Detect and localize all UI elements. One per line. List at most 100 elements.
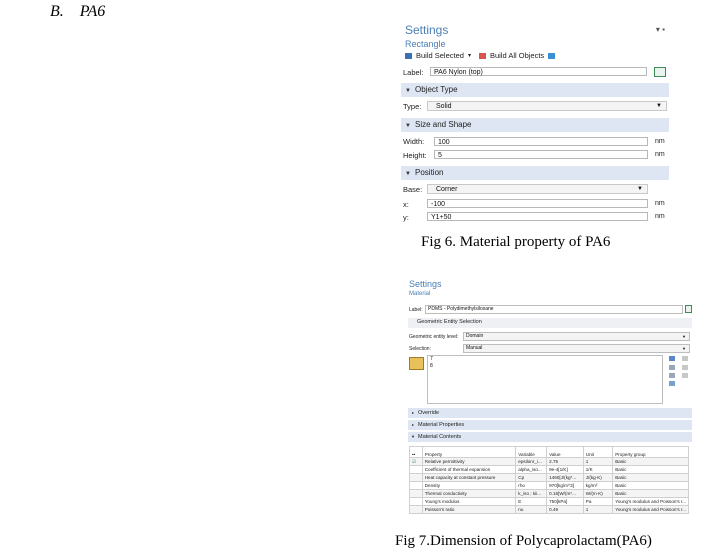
selection-list[interactable]: 7 8 [427,355,663,404]
table-cell: 1/K [582,465,614,474]
copy-icon[interactable] [669,365,675,370]
table-cell: E [515,497,548,506]
y-caption: y: [403,213,409,222]
check-icon: ☑ [409,457,423,466]
section-material-contents-label: Material Contents [418,434,462,440]
panel-window-controls[interactable]: ▾ ▪ [656,25,665,34]
table-cell: Basic [612,473,689,482]
rename-icon[interactable] [654,67,666,77]
width-input[interactable]: 100 [434,137,648,146]
height-caption: Height: [403,151,427,160]
x-input[interactable]: -100 [427,199,648,208]
height-unit: nm [655,151,665,158]
section-title: PA6 [79,3,106,20]
table-row[interactable]: Poisson's ratio nu 0.49 1 Young's modulus an… [409,505,689,514]
collapse-icon: ▼ [411,434,415,439]
panel-title: Settings [409,279,442,289]
column-header[interactable]: Variable [515,446,548,458]
panel-subtitle: Material [409,291,431,297]
section-size-shape-label: Size and Shape [415,120,472,129]
active-selection-icon[interactable] [409,357,424,370]
height-input[interactable]: 5 [434,150,648,159]
y-input[interactable]: Y1+50 [427,212,648,221]
y-unit: nm [655,213,665,220]
remove-icon[interactable] [682,356,688,361]
width-unit: nm [655,138,665,145]
table-cell: 0.16[W/(m*... [546,489,584,498]
table-row[interactable]: Density rho 970[kg/m^3] kg/m³ Basic [409,481,689,490]
selection-value: Manual [466,345,483,351]
label-caption: Label: [403,68,424,77]
geom-level-select[interactable]: Domain ▼ [463,332,690,341]
table-cell: Density [421,481,517,490]
type-select[interactable]: Solid ▼ [427,101,667,111]
section-size-shape[interactable]: ▼ Size and Shape [401,118,669,132]
section-object-type[interactable]: ▼ Object Type [401,83,669,97]
type-select-value: Solid [436,103,452,110]
zoom-icon[interactable] [682,373,688,378]
build-selected-button[interactable]: Build Selected [416,51,464,60]
section-geometric-entity[interactable]: Geometric Entity Selection [408,318,692,328]
section-material-properties-label: Material Properties [418,422,465,428]
section-material-contents[interactable]: ▼ Material Contents [408,432,692,442]
table-cell: 0.49 [546,505,584,514]
chevron-down-icon: ▼ [682,346,686,351]
move-icon[interactable] [669,381,675,386]
column-header[interactable]: Value [546,446,584,458]
label-caption: Label: [409,307,423,313]
table-cell: 970[kg/m^3] [546,481,584,490]
selection-item[interactable]: 8 [430,363,662,370]
label-input[interactable]: PDMS - Polydimethylsiloxane [425,305,683,314]
table-cell: Coefficient of thermal expansion [421,465,517,474]
label-input[interactable]: PA6 Nylon (top) [430,67,647,76]
panel-subtitle: Rectangle [405,39,446,49]
table-cell: Basic [612,489,689,498]
base-select-value: Corner [436,186,458,193]
build-all-button[interactable]: Build All Objects [490,51,544,60]
status-cell [409,465,423,474]
build-selected-icon [405,52,412,59]
section-position[interactable]: ▼ Position [401,166,669,180]
table-cell: Thermal conductivity [421,489,517,498]
settings-panel-material: Settings Material Label: PDMS - Polydime… [406,276,692,526]
chevron-down-icon[interactable]: ▾ [468,52,471,59]
column-header[interactable]: Unit [582,446,614,458]
table-row[interactable]: Young's modulus E 750[kPa] Pa Young's modulu… [409,497,689,506]
panel-title: Settings [405,23,449,37]
column-header-status: •• [409,446,423,458]
table-cell: nu [515,505,548,514]
table-row[interactable]: Thermal conductivity k_iso ; kii... 0.16[W… [409,489,689,498]
table-cell: 1 [582,505,614,514]
material-contents-table: •• Property Variable Value Unit Property… [409,446,689,514]
section-material-properties[interactable]: ▸ Material Properties [408,420,692,430]
table-cell: alpha_iso... [515,465,548,474]
add-icon[interactable] [669,356,675,361]
table-cell: Young's modulus and Poisson's r... [612,497,689,506]
expand-icon: ▸ [411,410,414,415]
status-cell [409,489,423,498]
base-select[interactable]: Corner ▼ [427,184,648,194]
paste-icon[interactable] [669,373,675,378]
table-cell: Cp [515,473,548,482]
section-override[interactable]: ▸ Override [408,408,692,418]
selection-item[interactable]: 7 [430,356,662,363]
chevron-down-icon: ▼ [682,334,686,339]
figure-caption-6: Fig 6. Material property of PA6 [421,234,611,250]
table-cell: Relative permittivity [421,457,517,466]
table-row[interactable]: Coefficient of thermal expansion alpha_is… [409,465,689,474]
build-all-icon [478,52,486,59]
rename-icon[interactable] [685,305,692,313]
x-unit: nm [655,200,665,207]
table-row[interactable]: Heat capacity at constant pressure Cp 1460… [409,473,689,482]
table-row[interactable]: ☑ Relative permittivity epsilonr_i... 2.75 1… [409,457,689,466]
column-header[interactable]: Property group [612,446,689,458]
table-cell: Basic [612,481,689,490]
expand-icon: ▸ [411,422,414,427]
clear-icon[interactable] [682,365,688,370]
build-extra-icon[interactable] [548,52,556,59]
status-cell [409,497,423,506]
table-cell: W/(m·K) [582,489,614,498]
column-header[interactable]: Property [421,446,517,458]
selection-select[interactable]: Manual ▼ [463,344,690,353]
table-cell: 2.75 [546,457,584,466]
